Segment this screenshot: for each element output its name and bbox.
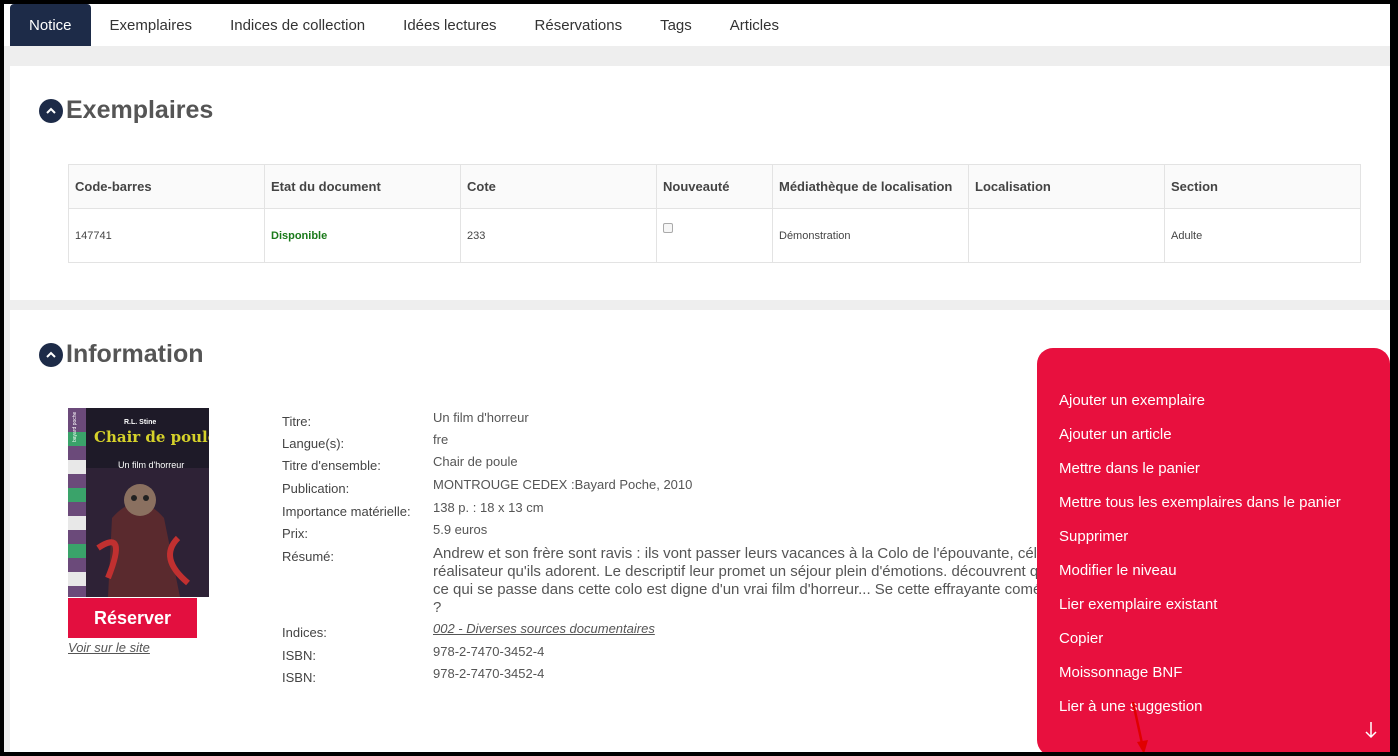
menu-item-lier-exemplaire[interactable]: Lier exemplaire existant [1059,596,1217,613]
menu-item-modifier-niveau[interactable]: Modifier le niveau [1059,562,1177,579]
field-value: Un film d'horreur [433,410,529,425]
col-header-mediatheque[interactable]: Médiathèque de localisation [772,164,969,209]
cell-nouveaute [656,208,773,263]
col-header-nouveaute[interactable]: Nouveauté [656,164,773,209]
col-header-code-barres[interactable]: Code-barres [68,164,265,209]
tab-bar: Notice Exemplaires Indices de collection… [4,4,1390,46]
indice-link[interactable]: 002 - Diverses sources documentaires [433,621,655,636]
cell-section: Adulte [1164,208,1361,263]
tab-tags[interactable]: Tags [641,4,711,46]
nouveaute-checkbox[interactable] [663,223,673,233]
pointer-arrow-icon [1131,701,1148,752]
tab-idees-lectures[interactable]: Idées lectures [384,4,515,46]
field-label: Langue(s): [282,436,345,451]
field-label: ISBN: [282,670,316,685]
cell-localisation [968,208,1165,263]
cell-code-barres: 147741 [68,208,265,263]
menu-item-copier[interactable]: Copier [1059,630,1103,647]
menu-item-mettre-panier[interactable]: Mettre dans le panier [1059,460,1200,477]
tab-exemplaires[interactable]: Exemplaires [91,4,212,46]
cell-cote: 233 [460,208,657,263]
cell-etat: Disponible [264,208,461,263]
information-heading[interactable]: Information [39,340,204,369]
collapse-icon[interactable] [39,98,63,123]
cover-title: Un film d'horreur [118,460,185,470]
field-value: 5.9 euros [433,522,488,537]
view-on-site-link[interactable]: Voir sur le site [68,640,150,655]
col-header-etat[interactable]: Etat du document [264,164,461,209]
page: Notice Exemplaires Indices de collection… [4,4,1390,752]
exemplaires-title: Exemplaires [66,96,214,124]
menu-item-ajouter-article[interactable]: Ajouter un article [1059,426,1172,443]
field-value: MONTROUGE CEDEX :Bayard Poche, 2010 [433,477,693,492]
exemplaires-panel: Exemplaires Code-barres Etat du document… [10,66,1390,300]
field-label: Titre d'ensemble: [282,458,381,473]
menu-item-moissonnage-bnf[interactable]: Moissonnage BNF [1059,664,1182,681]
field-label: ISBN: [282,648,316,663]
cover-author: R.L. Stine [124,419,157,426]
field-value: 978-2-7470-3452-4 [433,666,545,681]
field-value: fre [433,432,449,447]
collapse-icon[interactable] [39,342,63,367]
tab-indices-de-collection[interactable]: Indices de collection [211,4,384,46]
field-label: Prix: [282,526,308,541]
scroll-down-icon[interactable] [1364,721,1378,744]
menu-item-supprimer[interactable]: Supprimer [1059,528,1128,545]
menu-item-ajouter-exemplaire[interactable]: Ajouter un exemplaire [1059,392,1205,409]
field-value: 138 p. : 18 x 13 cm [433,500,544,515]
field-label: Titre: [282,414,312,429]
field-label: Résumé: [282,549,335,564]
col-header-section[interactable]: Section [1164,164,1361,209]
field-value: Chair de poule [433,454,518,469]
table-header-row: Code-barres Etat du document Cote Nouvea… [68,164,1361,209]
book-cover[interactable]: R.L. Stine Chair de poule Un film d'horr… [68,408,209,597]
exemplaires-table: Code-barres Etat du document Cote Nouvea… [68,164,1361,263]
cover-series: Chair de poule [94,428,209,446]
col-header-localisation[interactable]: Localisation [968,164,1165,209]
information-title: Information [66,340,204,368]
tab-notice[interactable]: Notice [10,4,91,46]
field-label: Publication: [282,481,350,496]
table-row[interactable]: 147741 Disponible 233 Démonstration Adul… [68,208,1361,263]
col-header-cote[interactable]: Cote [460,164,657,209]
menu-item-mettre-tous-panier[interactable]: Mettre tous les exemplaires dans le pani… [1059,494,1341,511]
tab-reservations[interactable]: Réservations [516,4,642,46]
reserve-button[interactable]: Réserver [68,598,197,638]
tab-articles[interactable]: Articles [711,4,798,46]
actions-menu: Ajouter un exemplaire Ajouter un article… [1037,348,1390,752]
exemplaires-heading[interactable]: Exemplaires [39,96,213,125]
cell-mediatheque: Démonstration [772,208,969,263]
cover-publisher: bayard poche [72,411,78,442]
field-value: 978-2-7470-3452-4 [433,644,545,659]
resume-text: Andrew et son frère sont ravis : ils von… [433,545,1068,616]
field-label: Importance matérielle: [282,504,411,519]
field-label: Indices: [282,625,327,640]
